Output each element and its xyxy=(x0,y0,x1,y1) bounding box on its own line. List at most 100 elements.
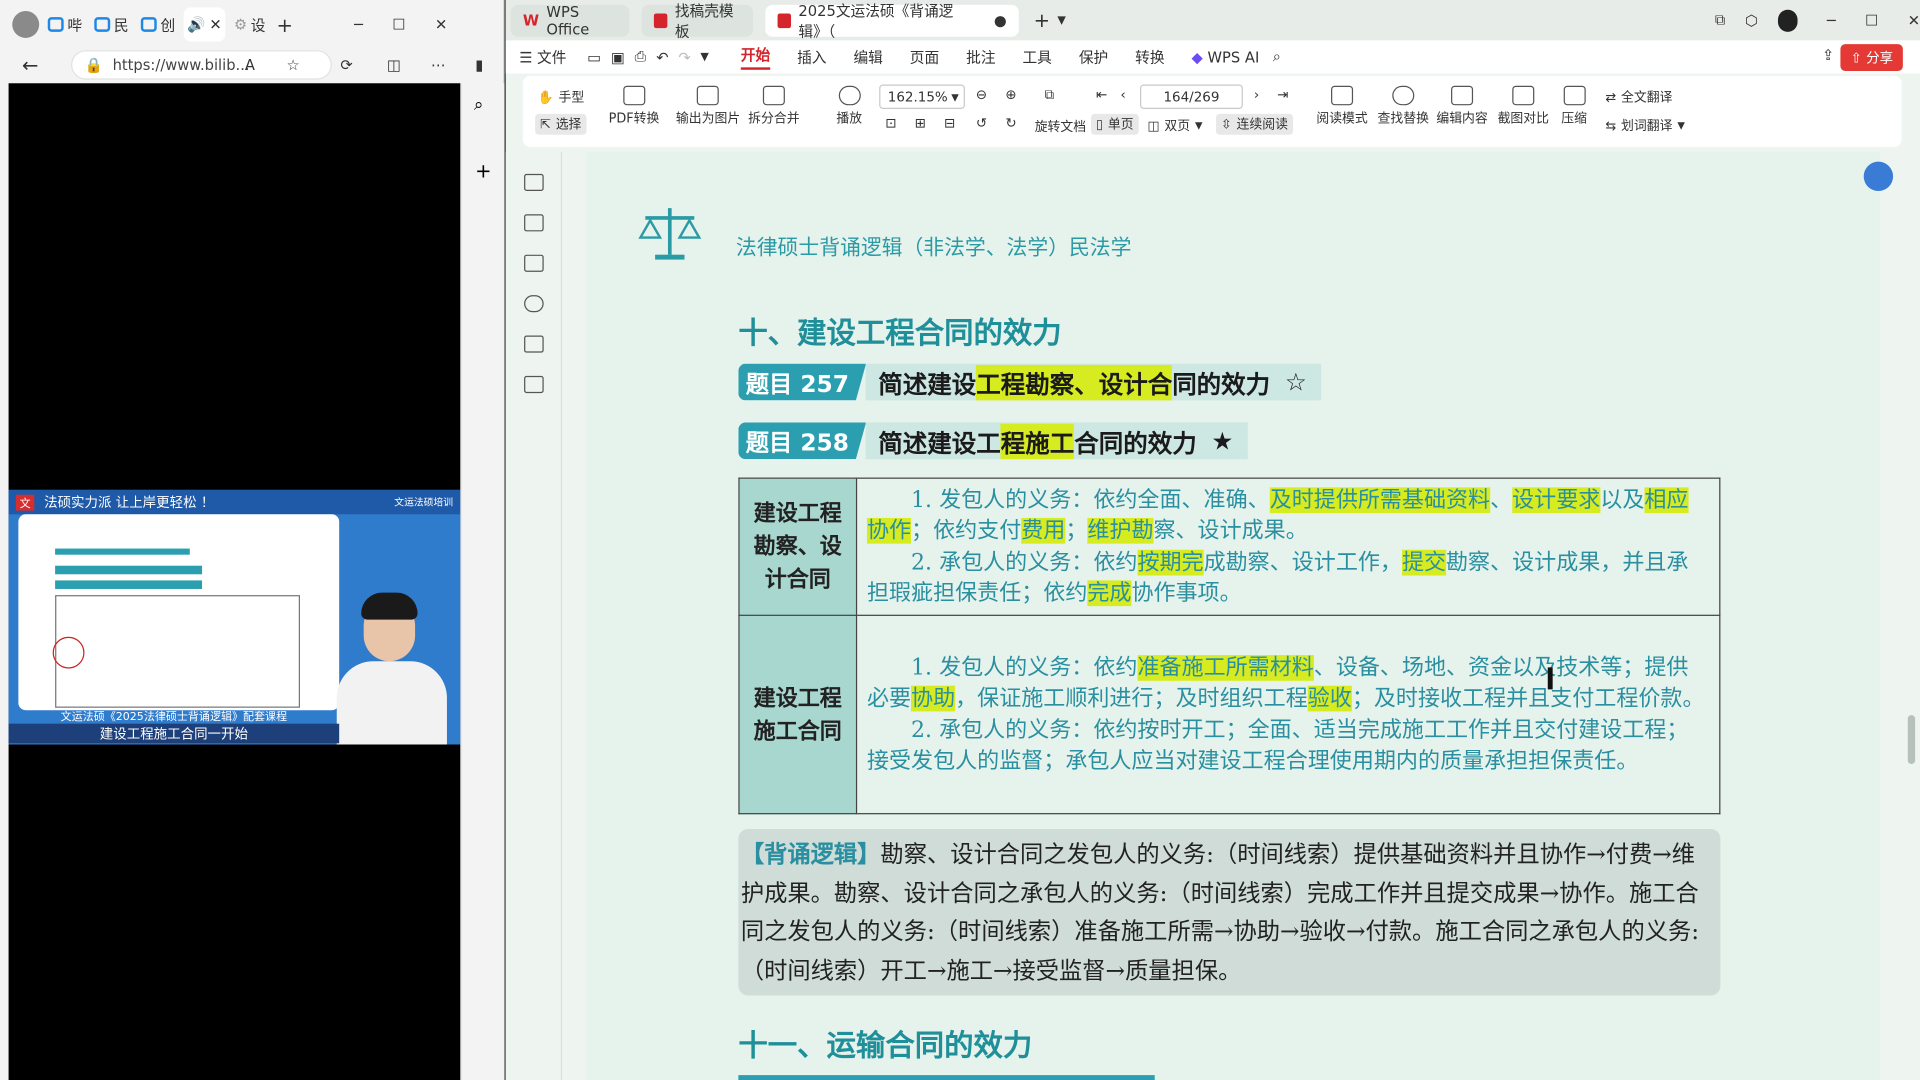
menu-start[interactable]: 开始 xyxy=(740,44,771,70)
pdf-convert-button[interactable]: PDF转换 xyxy=(609,85,659,128)
edit-content-button[interactable]: 编辑内容 xyxy=(1436,85,1488,128)
wps-home-tab[interactable]: W WPS Office xyxy=(510,3,630,37)
minimize-icon[interactable]: ─ xyxy=(354,16,363,33)
print-icon[interactable]: ⎙ xyxy=(635,48,647,66)
close-window-icon[interactable]: ✕ xyxy=(1908,12,1920,29)
browser-tab[interactable]: 创 xyxy=(137,7,179,41)
label: 截图对比 xyxy=(1497,111,1549,127)
close-icon[interactable]: ● xyxy=(994,12,1007,29)
new-tab-icon[interactable]: + xyxy=(277,13,293,36)
more-icon[interactable]: ⋯ xyxy=(431,56,446,73)
menu-wps-ai[interactable]: ◆ WPS AI xyxy=(1192,48,1260,65)
bilibili-icon xyxy=(94,17,111,32)
full-translate-button[interactable]: ⇄ 全文翻译 xyxy=(1605,88,1672,106)
signature-icon[interactable] xyxy=(524,335,544,353)
profile-icon[interactable] xyxy=(12,11,40,38)
browser-tab[interactable]: ⚙ 设 xyxy=(230,7,269,41)
extensions-icon[interactable]: ⟳ xyxy=(340,56,352,73)
reading-mode-button[interactable]: 阅读模式 xyxy=(1316,85,1368,128)
back-icon[interactable]: ← xyxy=(22,53,38,76)
play-button[interactable]: 播放 xyxy=(836,85,862,128)
cube-icon[interactable]: ⬡ xyxy=(1745,12,1758,29)
split-screen-icon[interactable]: ◫ xyxy=(387,56,401,73)
highlight: 准备施工所需材料 xyxy=(1137,654,1314,681)
chevron-down-icon: ▼ xyxy=(1195,120,1203,132)
attachment-icon[interactable] xyxy=(524,295,544,313)
save-icon[interactable]: ▣ xyxy=(611,48,625,65)
cloud-upload-icon[interactable]: ⇪ xyxy=(1822,47,1834,64)
favorite-icon[interactable]: ☆ xyxy=(287,56,300,73)
select-tool-button[interactable]: ⇱ 选择 xyxy=(535,113,587,135)
first-page-icon[interactable]: ⇤ xyxy=(1096,87,1107,103)
word-translate-button[interactable]: ⇆ 划词翻译 ▼ xyxy=(1605,116,1685,134)
chevron-down-icon[interactable]: ▼ xyxy=(1057,14,1065,26)
zoom-select[interactable]: 162.15% ▼ xyxy=(879,84,965,109)
menu-convert[interactable]: 转换 xyxy=(1135,47,1164,68)
menu-page[interactable]: 页面 xyxy=(910,47,939,68)
maximize-icon[interactable]: ☐ xyxy=(392,16,405,33)
scrollbar-thumb[interactable] xyxy=(1907,715,1916,765)
template-tab[interactable]: 找稿壳模板 xyxy=(641,2,754,40)
maximize-icon[interactable]: ☐ xyxy=(1865,12,1878,29)
sidebar-toggle-icon[interactable]: ▮ xyxy=(475,56,483,73)
screenshot-compare-button[interactable]: 截图对比 xyxy=(1497,85,1549,128)
continuous-reading-button[interactable]: ⇳ 连续阅读 xyxy=(1215,113,1293,135)
menu-insert[interactable]: 插入 xyxy=(797,47,826,68)
browser-tab-active[interactable]: 🔊 ✕ xyxy=(183,7,226,42)
address-bar-row: ← 🔒 https://www.bilib... A ☆ ⟳ ◫ ⋯ ▮ xyxy=(0,49,504,81)
bookmark-icon[interactable] xyxy=(524,173,544,192)
rotate-document-button[interactable]: 旋转文档 xyxy=(1035,118,1086,136)
double-page-button[interactable]: ◫ 双页 ▼ xyxy=(1147,116,1202,134)
window-layout-icon[interactable]: ⧉ xyxy=(1715,11,1726,29)
scrollbar[interactable] xyxy=(1902,151,1920,1080)
find-replace-button[interactable]: 查找替换 xyxy=(1378,85,1429,128)
menu-file[interactable]: ☰ 文件 xyxy=(519,47,566,68)
menu-annotate[interactable]: 批注 xyxy=(966,47,995,68)
comment-icon[interactable] xyxy=(524,254,544,272)
new-tab-icon[interactable]: + xyxy=(1034,9,1050,32)
undo-icon[interactable]: ↶ xyxy=(656,48,668,65)
compress-button[interactable]: 压缩 xyxy=(1561,85,1587,128)
add-icon[interactable]: + xyxy=(475,159,491,182)
fit-width-icon[interactable]: ⊞ xyxy=(915,115,926,131)
open-icon[interactable]: ▭ xyxy=(587,48,601,65)
chevron-down-icon[interactable]: ▼ xyxy=(700,51,708,63)
single-page-button[interactable]: ▯ 单页 xyxy=(1091,113,1139,135)
redo-icon[interactable]: ↷ xyxy=(678,48,690,65)
actual-size-icon[interactable]: ⊡ xyxy=(885,115,896,131)
fit-height-icon[interactable]: ⊟ xyxy=(944,115,955,131)
read-aloud-icon[interactable]: A xyxy=(245,56,255,73)
minimize-icon[interactable]: ─ xyxy=(1827,12,1836,29)
fit-page-icon[interactable]: ⧉ xyxy=(1044,87,1054,104)
zoom-out-icon[interactable]: ⊖ xyxy=(976,87,987,103)
browser-tab[interactable]: 哔 xyxy=(44,7,86,41)
floating-assistant-button[interactable] xyxy=(1863,161,1894,192)
split-merge-button[interactable]: 拆分合并 xyxy=(748,85,800,128)
next-page-icon[interactable]: › xyxy=(1254,87,1259,103)
share-button[interactable]: ⇧ 分享 xyxy=(1840,44,1903,72)
menu-edit[interactable]: 编辑 xyxy=(853,47,882,68)
rotate-left-icon[interactable]: ↺ xyxy=(976,115,987,131)
document-tab[interactable]: 2025文运法硕《背诵逻辑》（ ● xyxy=(765,2,1019,40)
last-page-icon[interactable]: ⇥ xyxy=(1277,87,1288,103)
search-icon[interactable]: ⌕ xyxy=(474,96,484,116)
close-window-icon[interactable]: ✕ xyxy=(435,16,447,33)
bilibili-icon xyxy=(47,17,64,32)
menu-protect[interactable]: 保护 xyxy=(1079,47,1108,68)
hand-tool-button[interactable]: ✋ 手型 xyxy=(538,88,585,106)
search-icon[interactable]: ⌕ xyxy=(1273,48,1281,66)
rotate-right-icon[interactable]: ↻ xyxy=(1005,115,1016,131)
scale-icon xyxy=(638,208,702,260)
avatar[interactable] xyxy=(1777,9,1798,32)
close-icon[interactable]: ✕ xyxy=(209,16,221,33)
paragraph: 1. 发包人的义务：依约准备施工所需材料、设备、场地、资金以及技术等；提供必要协… xyxy=(867,652,1709,714)
page-input[interactable]: 164/269 xyxy=(1140,84,1243,109)
browser-tab[interactable]: 民 xyxy=(91,7,133,41)
layers-icon[interactable] xyxy=(524,375,544,394)
prev-page-icon[interactable]: ‹ xyxy=(1120,87,1125,103)
zoom-in-icon[interactable]: ⊕ xyxy=(1005,87,1016,103)
menu-tools[interactable]: 工具 xyxy=(1022,47,1051,68)
thumbnail-icon[interactable] xyxy=(524,214,544,232)
video-player[interactable]: 文 法硕实力派 让上岸更轻松 ！ 文运法硕培训 文运法硕《2025法律硕士背诵逻… xyxy=(8,83,461,1080)
export-image-button[interactable]: 输出为图片 xyxy=(676,85,740,128)
